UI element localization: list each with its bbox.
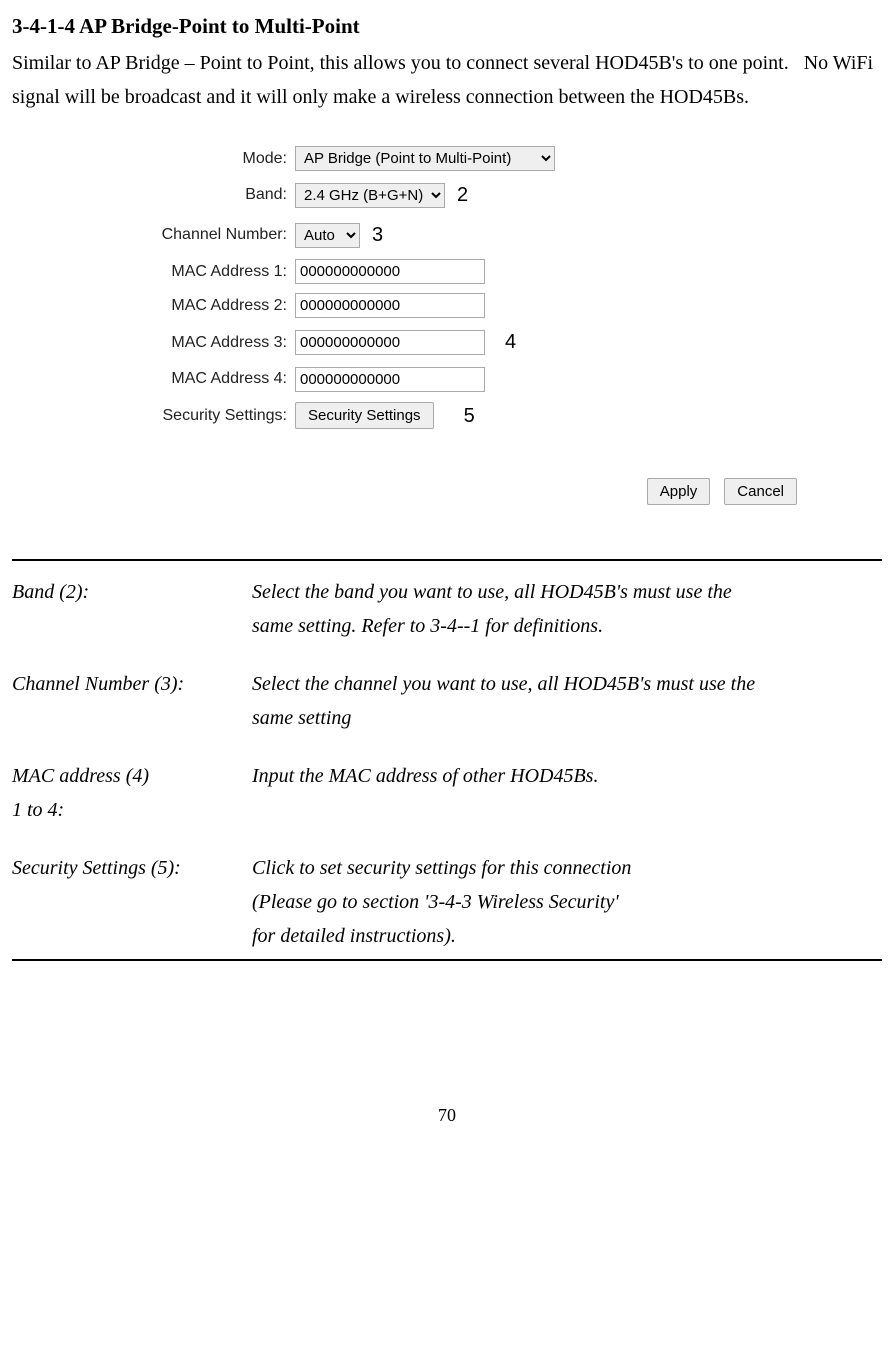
security-desc-line2: (Please go to section '3-4-3 Wireless Se…	[252, 891, 619, 913]
callout-5: 5	[464, 400, 475, 432]
divider-bottom	[12, 959, 882, 961]
band-select[interactable]: 2.4 GHz (B+G+N)	[295, 183, 445, 208]
button-row: Apply Cancel	[87, 478, 807, 505]
row-mac1: MAC Address 1:	[87, 259, 807, 285]
mac3-input[interactable]	[295, 330, 485, 355]
config-screenshot: Mode: AP Bridge (Point to Multi-Point) B…	[87, 128, 807, 535]
mac-desc: Input the MAC address of other HOD45Bs.	[252, 759, 882, 827]
mac-term: MAC address (4) 1 to 4:	[12, 759, 252, 827]
channel-desc-line2: same setting	[252, 707, 351, 729]
row-mac4: MAC Address 4:	[87, 366, 807, 392]
row-mac3: MAC Address 3: 4	[87, 326, 807, 358]
mac1-input[interactable]	[295, 259, 485, 284]
band-label: Band:	[87, 182, 295, 208]
mac4-input[interactable]	[295, 367, 485, 392]
mac3-label: MAC Address 3:	[87, 330, 295, 356]
band-desc: Select the band you want to use, all HOD…	[252, 575, 882, 643]
row-mac2: MAC Address 2:	[87, 293, 807, 319]
def-mac: MAC address (4) 1 to 4: Input the MAC ad…	[12, 759, 882, 827]
callout-3: 3	[372, 219, 383, 251]
channel-desc-line1: Select the channel you want to use, all …	[252, 673, 755, 695]
definitions-table: Band (2): Select the band you want to us…	[12, 575, 882, 953]
page-number: 70	[12, 1101, 882, 1130]
security-desc-line1: Click to set security settings for this …	[252, 857, 631, 879]
channel-term: Channel Number (3):	[12, 667, 252, 735]
security-desc: Click to set security settings for this …	[252, 851, 882, 953]
band-desc-line1: Select the band you want to use, all HOD…	[252, 581, 732, 603]
row-channel: Channel Number: Auto 3	[87, 219, 807, 251]
row-band: Band: 2.4 GHz (B+G+N) 2	[87, 179, 807, 211]
section-heading: 3-4-1-4 AP Bridge-Point to Multi-Point	[12, 10, 882, 44]
channel-label: Channel Number:	[87, 222, 295, 248]
channel-select[interactable]: Auto	[295, 223, 360, 248]
cancel-button[interactable]: Cancel	[724, 478, 797, 505]
intro-paragraph: Similar to AP Bridge – Point to Point, t…	[12, 46, 882, 114]
mac4-label: MAC Address 4:	[87, 366, 295, 392]
channel-desc: Select the channel you want to use, all …	[252, 667, 882, 735]
def-channel: Channel Number (3): Select the channel y…	[12, 667, 882, 735]
mac2-input[interactable]	[295, 293, 485, 318]
def-band: Band (2): Select the band you want to us…	[12, 575, 882, 643]
callout-4: 4	[505, 326, 516, 358]
row-mode: Mode: AP Bridge (Point to Multi-Point)	[87, 146, 807, 172]
security-desc-line3: for detailed instructions).	[252, 925, 456, 947]
divider-top	[12, 559, 882, 561]
security-settings-button[interactable]: Security Settings	[295, 402, 434, 429]
apply-button[interactable]: Apply	[647, 478, 711, 505]
security-label: Security Settings:	[87, 403, 295, 429]
callout-2: 2	[457, 179, 468, 211]
security-term: Security Settings (5):	[12, 851, 252, 953]
mode-label: Mode:	[87, 146, 295, 172]
def-security: Security Settings (5): Click to set secu…	[12, 851, 882, 953]
band-desc-line2: same setting. Refer to 3-4--1 for defini…	[252, 615, 603, 637]
row-security: Security Settings: Security Settings 5	[87, 400, 807, 432]
mode-select[interactable]: AP Bridge (Point to Multi-Point)	[295, 146, 555, 171]
band-term: Band (2):	[12, 575, 252, 643]
mac2-label: MAC Address 2:	[87, 293, 295, 319]
mac-term-line2: 1 to 4:	[12, 799, 64, 821]
mac1-label: MAC Address 1:	[87, 259, 295, 285]
mac-term-line1: MAC address (4)	[12, 765, 149, 787]
